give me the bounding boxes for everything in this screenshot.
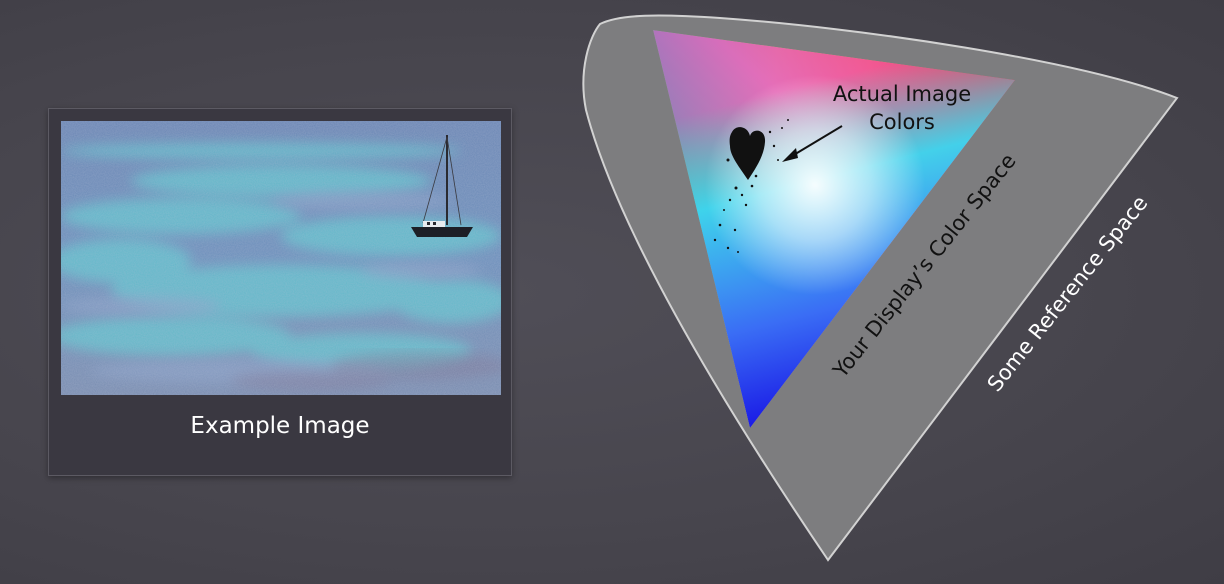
actual-colors-label-line2: Colors	[869, 110, 935, 134]
canvas: Example Image Actual Image Colors Your D…	[0, 0, 1224, 584]
example-photo	[61, 121, 501, 395]
actual-colors-label-line1: Actual Image	[833, 82, 971, 106]
example-image-card: Example Image	[48, 108, 512, 476]
color-space-diagram: Actual Image Colors Your Display’s Color…	[582, 14, 1179, 562]
example-image-caption: Example Image	[190, 413, 370, 439]
